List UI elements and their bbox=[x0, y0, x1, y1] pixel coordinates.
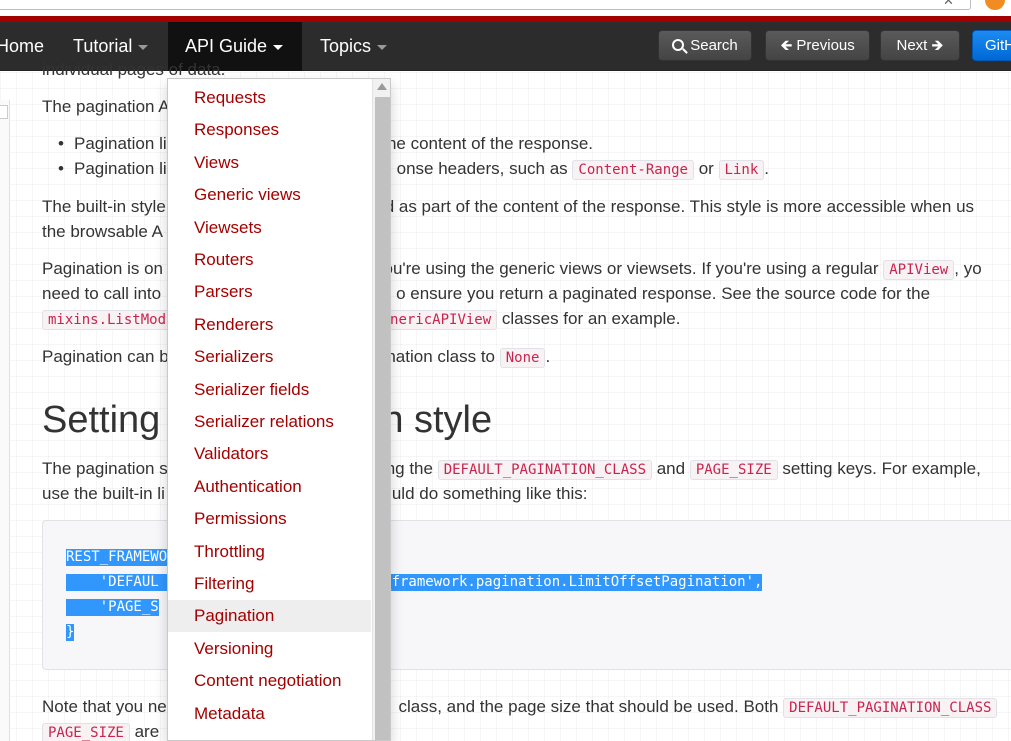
paragraph-text: Pagination is on bbox=[42, 259, 163, 278]
code-text: 'DEFAUL bbox=[66, 574, 159, 590]
caret-down-icon bbox=[377, 44, 388, 50]
github-button-label: GitHub bbox=[985, 37, 1011, 54]
next-button-label: Next bbox=[896, 37, 928, 54]
nav-home-label: Home bbox=[0, 36, 45, 56]
search-icon bbox=[672, 39, 685, 51]
close-icon[interactable]: ✕ bbox=[943, 0, 954, 9]
menu-item-serializers[interactable]: Serializers bbox=[168, 341, 371, 373]
search-button[interactable]: Search bbox=[658, 30, 752, 61]
list-item-text: . bbox=[764, 159, 769, 178]
list-item-text: Pagination li bbox=[74, 134, 167, 153]
menu-item-serializer-fields[interactable]: Serializer fields bbox=[168, 374, 371, 406]
scrollbar-thumb[interactable] bbox=[375, 97, 390, 740]
menu-item-requests[interactable]: Requests bbox=[168, 82, 371, 114]
paragraph-text: you're using the generic views or viewse… bbox=[374, 259, 884, 278]
api-guide-dropdown-menu: Requests Responses Views Generic views Views… bbox=[167, 78, 391, 741]
menu-item-pagination[interactable]: Pagination bbox=[168, 600, 371, 633]
menu-item-validators[interactable]: Validators bbox=[168, 438, 371, 470]
github-button[interactable]: GitHub bbox=[972, 30, 1011, 61]
paragraph: PAGE_SIZE are bbox=[42, 720, 159, 741]
inline-code: PAGE_SIZE bbox=[42, 723, 130, 741]
arrow-left-icon: 🡸 bbox=[780, 37, 793, 54]
menu-item-permissions[interactable]: Permissions bbox=[168, 503, 371, 535]
paragraph-text: ded as part of the content of the respon… bbox=[365, 197, 975, 216]
paragraph-text: and bbox=[652, 459, 690, 478]
nav-topics-label: Topics bbox=[320, 36, 372, 56]
menu-item-filtering[interactable]: Filtering bbox=[168, 568, 371, 600]
inline-code: nericAPIView bbox=[384, 310, 498, 330]
inline-code: APIView bbox=[883, 260, 955, 280]
extension-icon[interactable] bbox=[985, 0, 1005, 10]
heading-text: Setting bbox=[42, 399, 161, 441]
menu-item-versioning[interactable]: Versioning bbox=[168, 633, 371, 665]
nav-api-guide-label: API Guide bbox=[185, 36, 268, 56]
address-bar[interactable] bbox=[0, 0, 971, 10]
paragraph-text: uld do something like this: bbox=[391, 484, 588, 503]
list-item-text: or bbox=[693, 159, 719, 178]
paragraph-text: use the built-in li bbox=[42, 484, 165, 503]
inline-code: mixins.ListMod bbox=[42, 310, 173, 330]
caret-down-icon bbox=[138, 44, 149, 50]
inline-code: DEFAULT_PAGINATION_CLASS bbox=[437, 460, 652, 480]
paragraph-text: need to call into bbox=[42, 284, 162, 303]
paragraph-text: setting keys. For example, bbox=[777, 459, 981, 478]
list-item-text: of the content of the response. bbox=[358, 134, 594, 153]
nav-home[interactable]: Home bbox=[0, 22, 44, 71]
menu-item-metadata[interactable]: Metadata bbox=[168, 698, 371, 730]
code-line: } bbox=[66, 624, 75, 641]
menu-item-content-negotiation[interactable]: Content negotiation bbox=[168, 665, 371, 697]
nav-tutorial-label: Tutorial bbox=[73, 36, 133, 56]
inline-code: None bbox=[499, 348, 546, 368]
paragraph: The pagination A bbox=[42, 97, 170, 116]
list-item-text: onse headers, such as bbox=[396, 159, 573, 178]
menu-item-serializer-relations[interactable]: Serializer relations bbox=[168, 406, 371, 438]
inline-code: Link bbox=[718, 160, 765, 180]
paragraph-text: Note that you ne bbox=[42, 697, 167, 716]
menu-item-authentication[interactable]: Authentication bbox=[168, 471, 371, 503]
paragraph-text: class, and the page size that should be … bbox=[393, 697, 784, 716]
heading-text: n style bbox=[382, 399, 493, 441]
inline-code: DEFAULT_PAGINATION_CLASS bbox=[783, 698, 998, 718]
menu-item-viewsets[interactable]: Viewsets bbox=[168, 212, 371, 244]
paragraph: the browsable A bbox=[42, 222, 163, 241]
paragraph-text: The pagination s bbox=[42, 459, 168, 478]
previous-button-label: Previous bbox=[796, 37, 855, 54]
scroll-up-arrow-icon[interactable] bbox=[377, 83, 387, 90]
inline-code: PAGE_SIZE bbox=[689, 460, 778, 480]
inline-code: Content-Range bbox=[572, 160, 694, 180]
dropdown-scrollbar[interactable] bbox=[372, 79, 390, 740]
arrow-right-icon: 🡺 bbox=[931, 37, 944, 54]
menu-item-renderers[interactable]: Renderers bbox=[168, 309, 371, 341]
menu-item-routers[interactable]: Routers bbox=[168, 244, 371, 276]
sidebar-gutter bbox=[0, 100, 10, 741]
next-button[interactable]: Next 🡺 bbox=[880, 30, 960, 61]
search-button-label: Search bbox=[690, 37, 738, 54]
code-line: 'PAGE_S bbox=[66, 599, 159, 616]
code-line: REST_FRAMEWO bbox=[66, 549, 168, 566]
paragraph-text: , yo bbox=[954, 259, 982, 278]
list-item-text: Pagination li bbox=[74, 159, 167, 178]
menu-item-generic-views[interactable]: Generic views bbox=[168, 179, 371, 211]
nav-topics[interactable]: Topics bbox=[320, 22, 388, 71]
paragraph-text: The built-in style bbox=[42, 197, 166, 216]
browser-toolbar: ✕ bbox=[0, 0, 1011, 16]
menu-item-parsers[interactable]: Parsers bbox=[168, 276, 371, 308]
paragraph-text: ng the bbox=[385, 459, 438, 478]
paragraph-text: classes for an example. bbox=[497, 309, 681, 328]
paragraph-text: Pagination can b bbox=[42, 347, 169, 366]
caret-down-icon bbox=[273, 44, 284, 50]
menu-item-throttling[interactable]: Throttling bbox=[168, 536, 371, 568]
previous-button[interactable]: 🡸 Previous bbox=[765, 30, 870, 61]
code-text: t_framework.pagination.LimitOffsetPagina… bbox=[374, 574, 763, 590]
paragraph-text: . bbox=[545, 347, 551, 366]
menu-item-views[interactable]: Views bbox=[168, 147, 371, 179]
sidebar-toggle[interactable] bbox=[0, 105, 8, 119]
menu-item-responses[interactable]: Responses bbox=[168, 114, 371, 146]
paragraph-text: o ensure you return a paginated response… bbox=[396, 284, 931, 303]
paragraph-text: are bbox=[129, 722, 160, 741]
